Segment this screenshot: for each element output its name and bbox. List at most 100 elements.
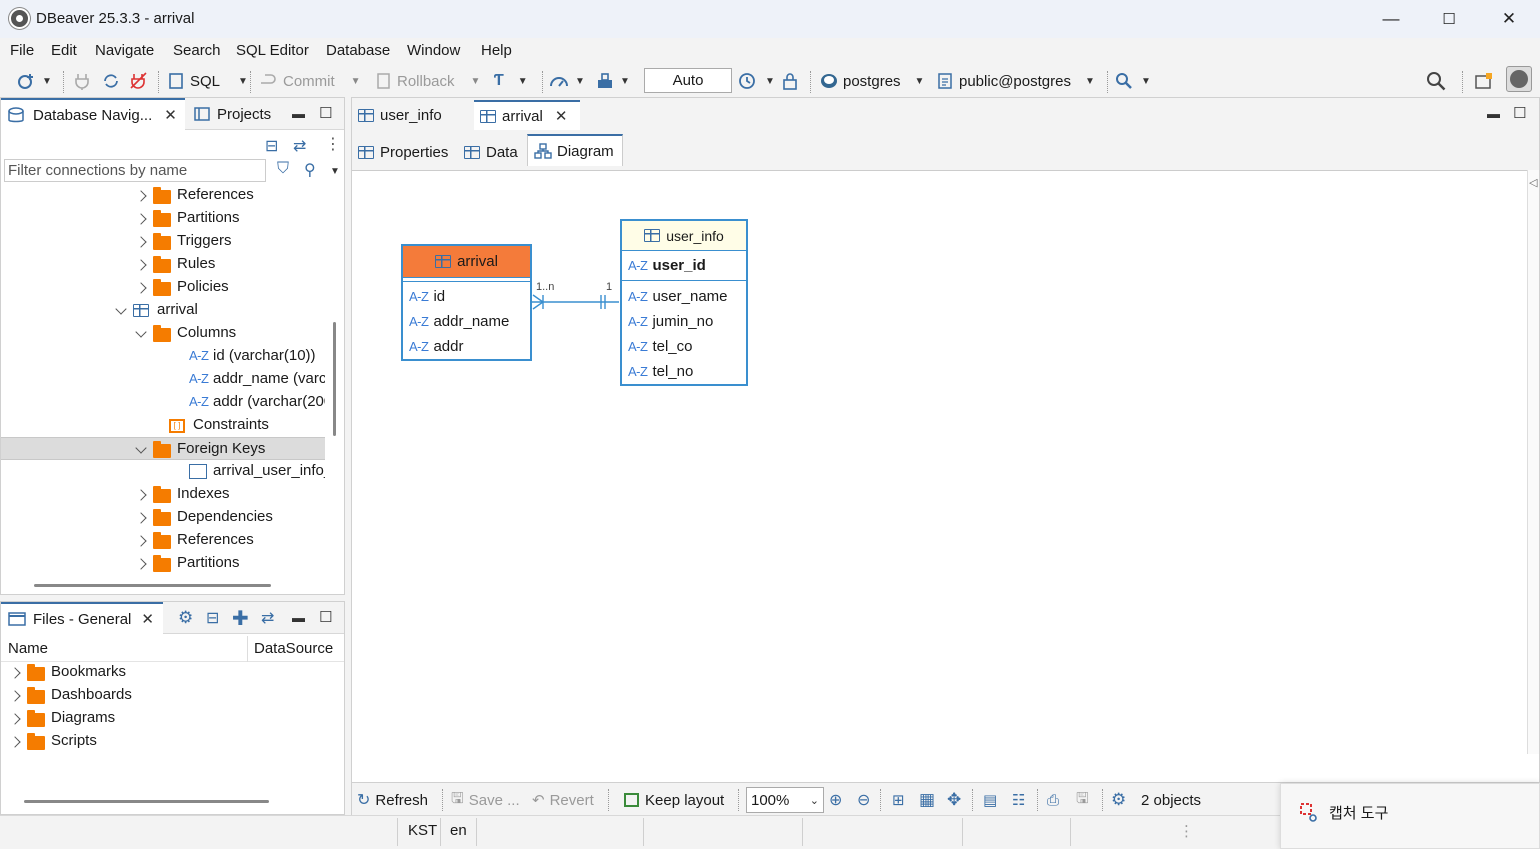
menu-sql-editor[interactable]: SQL Editor (236, 42, 309, 59)
chevron-right-icon[interactable] (135, 489, 147, 501)
tree-item[interactable]: A-Z addr_name (varcha (1, 368, 325, 391)
lock-button[interactable] (782, 69, 798, 93)
zoom-select[interactable]: 100% ⌄ (746, 787, 824, 813)
global-search-button[interactable] (1426, 69, 1446, 93)
dbeaver-perspective-button[interactable] (1506, 66, 1532, 92)
column-name-header[interactable]: Name (8, 640, 48, 657)
entity-column[interactable]: A-Z tel_co (622, 334, 746, 359)
connect-button[interactable] (74, 69, 90, 93)
new-connection-button[interactable]: ▼ (16, 69, 52, 93)
entity-arrival[interactable]: arrival A-Z id A-Z addr_name A-Z addr (401, 244, 532, 361)
grid-icon[interactable]: ▦ (919, 789, 935, 811)
link-icon[interactable]: ⇄ (261, 608, 274, 628)
chevron-right-icon[interactable] (135, 259, 147, 271)
close-icon[interactable]: ✕ (141, 610, 154, 628)
files-list-item[interactable]: Dashboards (1, 684, 344, 707)
entity-key-column[interactable]: A-Z user_id (622, 251, 746, 281)
chevron-down-icon[interactable]: ▼ (915, 76, 925, 87)
tree-item[interactable]: Partitions (1, 207, 325, 230)
chevron-down-icon[interactable] (135, 442, 147, 454)
refresh-button[interactable]: ↻ Refresh (357, 789, 428, 811)
chevron-down-icon[interactable]: ▼ (1085, 76, 1095, 87)
chevron-right-icon[interactable] (9, 713, 21, 725)
datasource-selector[interactable]: postgres ▼ (819, 69, 924, 93)
menu-file[interactable]: File (10, 42, 34, 59)
close-icon[interactable]: ✕ (555, 107, 568, 125)
entity-column[interactable]: A-Z jumin_no (622, 309, 746, 334)
arrange-icon[interactable]: ⊞ (892, 789, 905, 811)
entity-column[interactable]: A-Z addr_name (403, 309, 530, 334)
chevron-down-icon[interactable] (135, 326, 147, 338)
entity-column[interactable]: A-Z tel_no (622, 359, 746, 384)
minimize-editor-icon[interactable]: ▬ (1487, 106, 1500, 121)
entity-user-info-header[interactable]: user_info (622, 221, 746, 251)
chevron-down-icon[interactable]: ▼ (575, 76, 585, 87)
files-list-item[interactable]: Bookmarks (1, 661, 344, 684)
tree-item[interactable]: Partitions (1, 552, 325, 574)
search-toolbar-button[interactable]: ▼ (1115, 69, 1151, 93)
minimize-panel-icon[interactable]: ▬ (292, 610, 305, 625)
schema-selector[interactable]: public@postgres ▼ (937, 69, 1095, 93)
dashboard-button[interactable]: ▼ (549, 69, 585, 93)
entity-column[interactable]: A-Z user_name (622, 284, 746, 309)
chevron-down-icon[interactable]: ▼ (518, 76, 528, 87)
chevron-right-icon[interactable] (135, 535, 147, 547)
files-list-item[interactable]: Scripts (1, 730, 344, 753)
add-icon[interactable]: ✚ (232, 606, 249, 631)
collapse-icon[interactable]: ⊟ (206, 608, 219, 628)
notes-icon[interactable]: ▤ (983, 789, 997, 811)
export-icon[interactable]: 🖫 (1076, 789, 1089, 811)
chevron-down-icon[interactable]: ▼ (471, 76, 481, 87)
entity-arrival-header[interactable]: arrival (403, 246, 530, 278)
tree-item[interactable]: Foreign Keys (1, 437, 325, 460)
column-datasource-header[interactable]: DataSource (254, 640, 333, 657)
tab-database-navigator[interactable]: Database Navig... ✕ (1, 98, 185, 130)
tab-user-info[interactable]: user_info (352, 100, 470, 130)
filter-settings-icon[interactable]: ⚲ (304, 160, 316, 180)
tab-diagram[interactable]: Diagram (527, 134, 623, 166)
entity-user-info[interactable]: user_info A-Z user_id A-Z user_name A-Z jum… (620, 219, 748, 386)
chevron-right-icon[interactable] (135, 512, 147, 524)
tree-item[interactable]: Columns (1, 322, 325, 345)
entity-column[interactable]: A-Z id (403, 284, 530, 309)
tree-item[interactable]: arrival (1, 299, 325, 322)
capture-tool-notification[interactable]: 캡처 도구 (1280, 783, 1540, 849)
chevron-down-icon[interactable]: ▼ (765, 76, 775, 87)
chevron-right-icon[interactable] (9, 667, 21, 679)
disconnect-button[interactable] (130, 69, 148, 93)
print-icon[interactable]: ⎙ (1047, 789, 1059, 811)
tree-item[interactable]: A-Z addr (varchar(200)) (1, 391, 325, 414)
menu-edit[interactable]: Edit (51, 42, 77, 59)
tree-item[interactable]: Policies (1, 276, 325, 299)
files-horizontal-scrollbar[interactable] (24, 800, 269, 803)
reconnect-button[interactable] (102, 69, 120, 93)
chevron-right-icon[interactable] (135, 282, 147, 294)
chevron-right-icon[interactable] (135, 190, 147, 202)
tree-item[interactable]: Triggers (1, 230, 325, 253)
tools-button[interactable]: ▼ (596, 69, 630, 93)
revert-button[interactable]: ↶ Revert (532, 789, 594, 811)
minimize-button[interactable]: — (1362, 0, 1420, 38)
chevron-down-icon[interactable]: ▼ (330, 166, 340, 177)
save-button[interactable]: 🖫 Save ... (451, 789, 520, 811)
open-perspective-button[interactable] (1474, 69, 1494, 93)
close-icon[interactable]: ✕ (164, 106, 177, 124)
chevron-right-icon[interactable] (9, 690, 21, 702)
commit-button[interactable]: Commit ▼ (259, 69, 361, 93)
transaction-mode-button[interactable]: Ƭ ▼ (494, 69, 528, 93)
chevron-down-icon[interactable]: ▼ (1141, 76, 1151, 87)
files-list-item[interactable]: Diagrams (1, 707, 344, 730)
collapse-all-icon[interactable]: ⊟ (265, 136, 278, 156)
chevron-right-icon[interactable] (135, 236, 147, 248)
palette-toggle[interactable]: ◁ (1527, 170, 1539, 754)
filter-connections-input[interactable]: Filter connections by name (4, 159, 266, 182)
menu-help[interactable]: Help (481, 42, 512, 59)
maximize-editor-icon[interactable]: ☐ (1513, 104, 1526, 122)
menu-navigate[interactable]: Navigate (95, 42, 154, 59)
chevron-right-icon[interactable] (9, 736, 21, 748)
zoom-in-icon[interactable]: ⊕ (829, 789, 842, 811)
chevron-down-icon[interactable]: ▼ (620, 76, 630, 87)
menu-window[interactable]: Window (407, 42, 460, 59)
menu-database[interactable]: Database (326, 42, 390, 59)
filter-connected-icon[interactable]: ⛉ (277, 160, 289, 178)
